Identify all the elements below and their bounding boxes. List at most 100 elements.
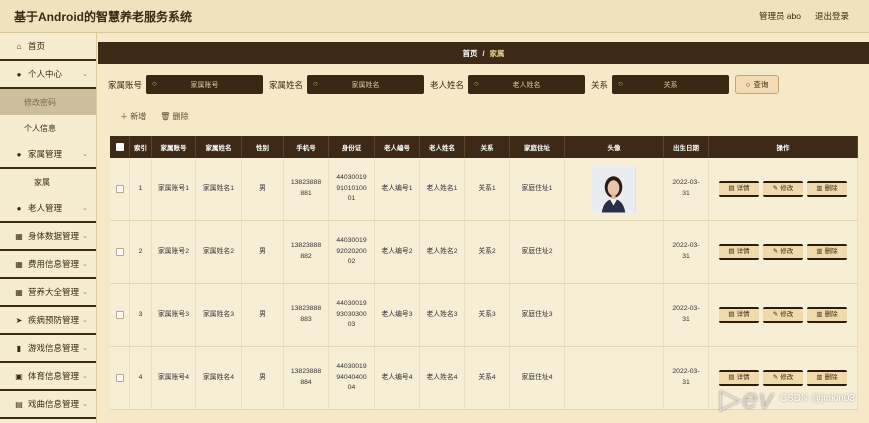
phone-part: 13823888 [290,368,322,376]
date-part: 2022-03- [672,179,700,187]
id-part: 44030019 [336,174,367,182]
address-cell: 家庭住址4 [510,347,565,409]
input-placeholder: 家属账号 [190,81,219,89]
row-checkbox[interactable] [115,374,124,382]
row-checkbox[interactable] [115,185,124,193]
sidebar-item-disease[interactable]: ➤ 疾病预防管理 ⌄ [0,307,96,335]
edit-label: 修改 [780,184,794,192]
grid-icon: ▦ [15,231,23,241]
avatar-cell [565,221,664,283]
elder-name-cell: 老人姓名2 [420,221,465,283]
user-label[interactable]: 管理员 abo [759,10,801,22]
search-icon: ○ [313,79,318,88]
sidebar-item-label: 个人中心 [28,69,63,79]
detail-button[interactable]: ▤ 详情 [719,307,759,323]
sidebar-item-label: 疾病预防管理 [28,315,80,325]
delete-button[interactable]: ▥ 删除 [807,307,847,323]
phone-cell: 13823888 882 [284,221,329,283]
trash-icon: 🗑 [160,112,171,121]
logout-link[interactable]: 退出登录 [815,10,849,22]
address-cell: 家庭住址3 [510,284,565,346]
edit-button[interactable]: ✎ 修改 [763,307,803,323]
sidebar-item-opera[interactable]: ▤ 戏曲信息管理 ⌄ [0,391,96,419]
column-header: 家庭住址 [510,136,565,158]
select-all-checkbox[interactable] [115,143,124,151]
search-bar: 家属账号 ○ 家属账号 家属姓名 ○ 家属姓名 老人姓名 ○ 老人姓名 关系 ○ 关系 … [108,75,780,94]
edit-button[interactable]: ✎ 修改 [763,244,803,260]
detail-label: 详情 [736,247,750,255]
id-part: 93030300 [336,310,367,318]
id-part: 44030019 [336,363,367,371]
document-icon: ▤ [728,184,735,192]
input-placeholder: 家属姓名 [351,81,380,89]
address-cell: 家庭住址1 [510,158,565,220]
breadcrumb-home[interactable]: 首页 [462,48,477,59]
phone-part: 884 [300,379,312,386]
sidebar-item-label: 营养大全管理 [28,287,80,297]
relation-cell: 关系3 [465,284,510,346]
pencil-icon: ✎ [772,184,779,192]
detail-label: 详情 [736,310,750,318]
row-checkbox[interactable] [115,311,124,319]
input-placeholder: 老人姓名 [512,81,541,89]
sidebar-item-personal[interactable]: ● 个人中心 ⌄ [0,61,96,89]
id-card-cell: 44030019 93030300 03 [329,284,375,346]
elder-name-input[interactable]: ○ 老人姓名 [468,75,586,94]
sidebar-item-game[interactable]: ▮ 游戏信息管理 ⌄ [0,335,96,363]
grid-icon: ▦ [15,287,23,297]
elder-number-cell: 老人编号1 [375,158,420,220]
document-icon: ▤ [728,247,735,255]
date-part: 31 [682,316,690,323]
delete-label: 删除 [824,310,838,318]
sidebar-item-nutrition[interactable]: ▦ 营养大全管理 ⌄ [0,279,96,307]
sidebar-item-home[interactable]: ⌂ 首页 [0,33,96,61]
delete-button[interactable]: ▥ 删除 [807,244,847,260]
chevron-down-icon: ⌄ [82,317,88,324]
sidebar-subitem-change-password[interactable]: 修改密码 [0,89,96,115]
query-button-label: 查询 [753,80,769,89]
sidebar-item-fee[interactable]: ▦ 费用信息管理 ⌄ [0,251,96,279]
delete-button-label: 删除 [172,112,189,121]
send-icon: ➤ [15,315,23,325]
avatar-cell [565,347,664,409]
phone-cell: 13823888 881 [284,158,329,220]
phone-part: 881 [300,190,312,197]
phone-part: 13823888 [290,242,322,250]
sidebar-subitem-family[interactable]: 家属 [0,169,96,195]
gender-cell: 男 [242,221,284,283]
pencil-icon: ✎ [772,310,779,318]
operations-cell: ▤ 详情 ✎ 修改 ▥ 删除 [709,221,858,283]
row-checkbox[interactable] [115,248,124,256]
operations-cell: ▤ 详情 ✎ 修改 ▥ 删除 [709,284,858,346]
query-button[interactable]: ○ 查询 [735,75,780,94]
batch-delete-button[interactable]: 🗑 删除 [160,111,188,122]
sidebar-item-sports[interactable]: ▣ 体育信息管理 ⌄ [0,363,96,391]
detail-button[interactable]: ▤ 详情 [719,181,759,197]
chevron-down-icon: ⌄ [82,373,88,380]
elder-number-cell: 老人编号4 [375,347,420,409]
date-part: 2022-03- [672,368,700,376]
detail-button[interactable]: ▤ 详情 [719,244,759,260]
sidebar-item-family[interactable]: ● 家属管理 ⌄ [0,141,96,169]
index-cell: 3 [130,284,152,346]
table-row: 1 家属账号1 家属姓名1 男 13823888 881 44030019 9101… [110,158,858,221]
edit-button[interactable]: ✎ 修改 [763,181,803,197]
family-account-input[interactable]: ○ 家属账号 [146,75,264,94]
delete-button[interactable]: ▥ 删除 [807,181,847,197]
sidebar-item-label: 费用信息管理 [28,259,80,269]
sidebar-item-body-data[interactable]: ▦ 身体数据管理 ⌄ [0,223,96,251]
relation-cell: 关系1 [465,158,510,220]
action-bar: ＋ 新增 🗑 删除 [120,111,189,122]
bar-chart-icon: ▮ [16,343,22,353]
relation-input[interactable]: ○ 关系 [612,75,730,94]
sidebar-subitem-personal-info[interactable]: 个人信息 [0,115,96,141]
sidebar-item-elder[interactable]: ● 老人管理 ⌄ [0,195,96,223]
delete-label: 删除 [824,184,838,192]
family-name-input[interactable]: ○ 家属姓名 [307,75,425,94]
date-part: 31 [682,379,690,386]
add-button-label: 新增 [130,112,147,121]
app-title: 基于Android的智慧养老服务系统 [14,9,192,24]
add-button[interactable]: ＋ 新增 [120,111,146,122]
sidebar-item-label: 身体数据管理 [28,231,80,241]
column-header: 手机号 [284,136,329,158]
